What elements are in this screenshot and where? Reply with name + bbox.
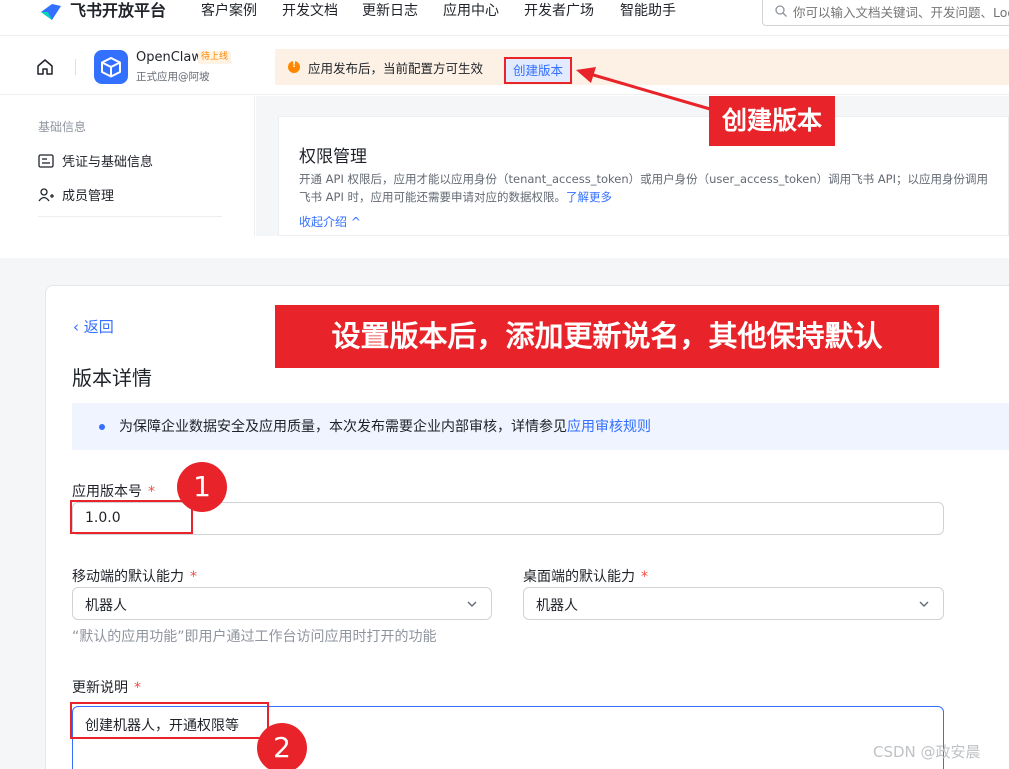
nav-dev-docs[interactable]: 开发文档 bbox=[282, 0, 338, 22]
chevron-down-icon bbox=[919, 601, 929, 607]
notes-label-text: 更新说明 bbox=[72, 680, 128, 696]
sidebar-item-members[interactable]: 成员管理 bbox=[38, 185, 114, 204]
divider bbox=[38, 216, 222, 217]
search-box[interactable] bbox=[762, 0, 1009, 26]
required-mark: * bbox=[190, 569, 197, 585]
callout-instruction: 设置版本后，添加更新说名，其他保持默认 bbox=[275, 305, 939, 368]
sidebar-item-credentials[interactable]: 凭证与基础信息 bbox=[38, 151, 153, 170]
collapse-intro-link[interactable]: 收起介绍 ^ bbox=[299, 213, 361, 230]
search-icon bbox=[775, 5, 787, 17]
mobile-capability-value: 机器人 bbox=[85, 598, 127, 614]
mobile-capability-select[interactable]: 机器人 bbox=[72, 587, 492, 620]
desktop-label-text: 桌面端的默认能力 bbox=[523, 569, 635, 585]
home-icon[interactable] bbox=[36, 58, 54, 75]
nav-ai-assistant[interactable]: 智能助手 bbox=[620, 0, 676, 22]
mobile-capability-label: 移动端的默认能力 * bbox=[72, 566, 197, 586]
learn-more-link[interactable]: 了解更多 bbox=[566, 190, 612, 204]
box-icon bbox=[101, 57, 121, 78]
permission-title: 权限管理 bbox=[299, 147, 367, 167]
callout-create-version: 创建版本 bbox=[709, 96, 835, 146]
bullet-icon bbox=[99, 424, 105, 430]
review-info-box: 为保障企业数据安全及应用质量，本次发布需要企业内部审核，详情参见应用审核规则 bbox=[72, 403, 1009, 450]
sidebar-item-label: 凭证与基础信息 bbox=[62, 155, 154, 170]
permission-description: 开通 API 权限后，应用才能以应用身份（tenant_access_token… bbox=[299, 170, 999, 206]
app-subtitle: 正式应用@阿坡 bbox=[136, 71, 210, 83]
top-nav: 飞书开放平台 客户案例 开发文档 更新日志 应用中心 开发者广场 智能助手 bbox=[0, 0, 1009, 36]
permission-desc-text: 开通 API 权限后，应用才能以应用身份（tenant_access_token… bbox=[299, 172, 988, 204]
default-capability-hint: “默认的应用功能”即用户通过工作台访问应用时打开的功能 bbox=[72, 629, 437, 645]
sidebar-item-label: 成员管理 bbox=[62, 189, 115, 204]
review-rules-link[interactable]: 应用审核规则 bbox=[567, 419, 651, 435]
required-mark: * bbox=[641, 569, 648, 585]
status-badge: 待上线 bbox=[198, 51, 232, 64]
page-title: 版本详情 bbox=[72, 366, 152, 390]
highlight-notes-field bbox=[70, 702, 269, 739]
desktop-capability-select[interactable]: 机器人 bbox=[523, 587, 944, 620]
user-plus-icon bbox=[38, 188, 54, 202]
nav-customer-cases[interactable]: 客户案例 bbox=[201, 0, 257, 22]
publish-notice: 应用发布后，当前配置方可生效 bbox=[275, 49, 1009, 85]
brand-logo-icon bbox=[41, 4, 61, 20]
back-link[interactable]: ‹ 返回 bbox=[73, 316, 114, 337]
notice-text: 应用发布后，当前配置方可生效 bbox=[308, 61, 484, 76]
version-label: 应用版本号 * bbox=[72, 481, 155, 501]
app-icon bbox=[94, 50, 128, 84]
desktop-capability-label: 桌面端的默认能力 * bbox=[523, 566, 648, 586]
search-input[interactable] bbox=[793, 1, 1009, 23]
sidebar: 基础信息 凭证与基础信息 成员管理 bbox=[0, 96, 255, 236]
warning-icon bbox=[288, 60, 300, 73]
step-badge-2: 2 bbox=[257, 723, 307, 769]
chevron-down-icon bbox=[467, 601, 477, 607]
version-label-text: 应用版本号 bbox=[72, 484, 142, 500]
id-card-icon bbox=[38, 154, 54, 168]
app-name: OpenClaw bbox=[136, 50, 203, 65]
permission-card: 权限管理 开通 API 权限后，应用才能以应用身份（tenant_access_… bbox=[278, 116, 1009, 236]
required-mark: * bbox=[134, 680, 141, 696]
watermark: CSDN @政安晨 bbox=[873, 743, 981, 761]
step-badge-1: 1 bbox=[177, 462, 227, 512]
sidebar-group-title: 基础信息 bbox=[38, 120, 87, 134]
desktop-capability-value: 机器人 bbox=[536, 598, 578, 614]
highlight-version-field bbox=[70, 500, 193, 534]
brand-name[interactable]: 飞书开放平台 bbox=[70, 0, 166, 22]
update-notes-label: 更新说明 * bbox=[72, 677, 141, 697]
nav-dev-plaza[interactable]: 开发者广场 bbox=[524, 0, 594, 22]
info-message: 为保障企业数据安全及应用质量，本次发布需要企业内部审核，详情参见 bbox=[119, 419, 567, 435]
nav-changelog[interactable]: 更新日志 bbox=[362, 0, 418, 22]
nav-app-center[interactable]: 应用中心 bbox=[443, 0, 499, 22]
divider bbox=[299, 235, 999, 236]
create-version-button[interactable]: 创建版本 bbox=[504, 57, 572, 84]
divider bbox=[75, 59, 76, 75]
required-mark: * bbox=[148, 484, 155, 500]
mobile-label-text: 移动端的默认能力 bbox=[72, 569, 184, 585]
info-text: 为保障企业数据安全及应用质量，本次发布需要企业内部审核，详情参见应用审核规则 bbox=[119, 416, 651, 436]
